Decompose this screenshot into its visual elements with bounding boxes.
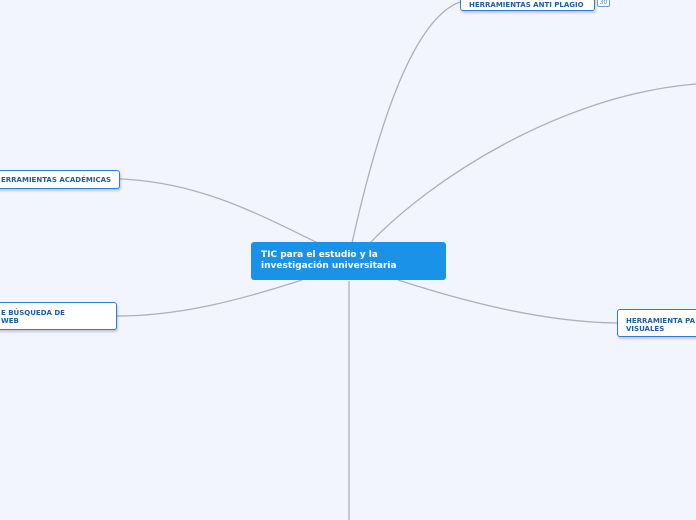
topic-herramientas-academicas[interactable]: ERRAMIENTAS ACADÉMICAS xyxy=(0,170,120,189)
topic-busqueda-line-1: E BÚSQUEDA DE xyxy=(1,309,65,317)
topic-busqueda-line-2: WEB xyxy=(1,317,19,325)
topic-busqueda-web[interactable]: E BÚSQUEDA DE WEB xyxy=(0,302,117,330)
topic-visuales-line-1: HERRAMIENTA PA xyxy=(626,317,696,325)
notes-count-badge[interactable]: 30 xyxy=(597,0,610,7)
connector-academicas xyxy=(119,178,319,244)
topic-anti-plagio-label: HERRAMIENTAS ANTI PLAGIO xyxy=(469,1,584,9)
central-topic[interactable]: TIC para el estudio y la investigación u… xyxy=(251,242,446,280)
central-topic-line-2: investigación universitaria xyxy=(261,261,397,271)
connector-visuales xyxy=(397,279,618,324)
central-topic-line-1: TIC para el estudio y la xyxy=(261,250,378,260)
topic-visuales-line-2: VISUALES xyxy=(626,325,665,333)
topic-academicas-label: ERRAMIENTAS ACADÉMICAS xyxy=(1,176,112,184)
connector-anti-plagio xyxy=(351,1,461,244)
connector-top-right xyxy=(369,83,696,244)
connector-busqueda xyxy=(116,279,303,317)
topic-herramienta-visuales[interactable]: HERRAMIENTA PA VISUALES xyxy=(617,309,696,337)
topic-herramientas-anti-plagio[interactable]: HERRAMIENTAS ANTI PLAGIO xyxy=(460,0,595,11)
